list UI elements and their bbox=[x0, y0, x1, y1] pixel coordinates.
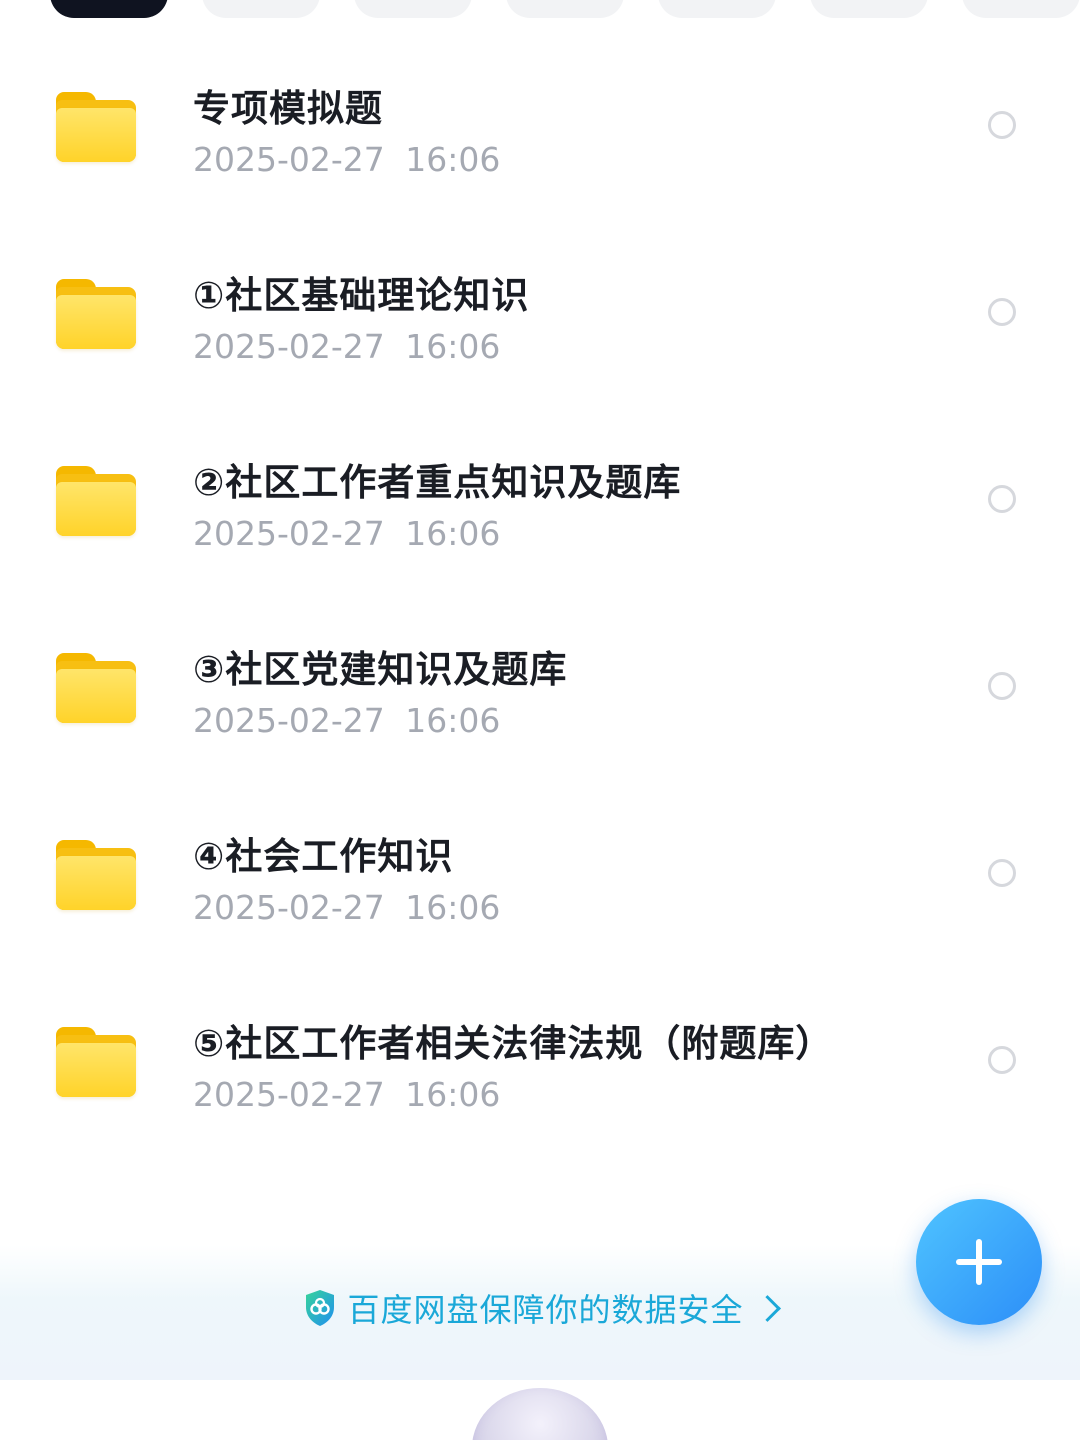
select-radio[interactable] bbox=[988, 298, 1016, 326]
select-radio[interactable] bbox=[988, 111, 1016, 139]
folder-name: ①社区基础理论知识 bbox=[193, 274, 530, 317]
folder-time: 16:06 bbox=[405, 701, 501, 740]
folder-modified-time: 2025-02-27 16:06 bbox=[193, 327, 500, 366]
folder-time: 16:06 bbox=[405, 1075, 501, 1114]
center-nav-orb[interactable] bbox=[472, 1388, 608, 1440]
folder-name: ④社会工作知识 bbox=[193, 835, 454, 878]
folder-date: 2025-02-27 bbox=[193, 140, 385, 179]
folder-icon bbox=[56, 279, 138, 351]
folder-row[interactable]: ④社会工作知识 2025-02-27 16:06 bbox=[0, 782, 1080, 969]
select-radio[interactable] bbox=[988, 859, 1016, 887]
category-tab-strip bbox=[50, 0, 1080, 18]
tab-chip-active[interactable] bbox=[50, 0, 168, 18]
folder-row[interactable]: ③社区党建知识及题库 2025-02-27 16:06 bbox=[0, 595, 1080, 782]
file-list: 专项模拟题 2025-02-27 16:06 ①社区基础理论知识 2025-02… bbox=[0, 34, 1080, 1156]
select-radio[interactable] bbox=[988, 672, 1016, 700]
file-browser-screen: 专项模拟题 2025-02-27 16:06 ①社区基础理论知识 2025-02… bbox=[0, 0, 1080, 1440]
folder-date: 2025-02-27 bbox=[193, 701, 385, 740]
tab-chip[interactable] bbox=[354, 0, 472, 18]
chevron-right-icon bbox=[753, 1294, 781, 1322]
folder-modified-time: 2025-02-27 16:06 bbox=[193, 140, 500, 179]
tab-chip[interactable] bbox=[658, 0, 776, 18]
folder-time: 16:06 bbox=[405, 514, 501, 553]
folder-icon bbox=[56, 466, 138, 538]
security-link[interactable]: 百度网盘保障你的数据安全 bbox=[0, 1285, 1080, 1331]
shield-icon bbox=[306, 1290, 335, 1326]
folder-date: 2025-02-27 bbox=[193, 514, 385, 553]
folder-icon bbox=[56, 1027, 138, 1099]
tab-chip[interactable] bbox=[506, 0, 624, 18]
folder-time: 16:06 bbox=[405, 327, 501, 366]
folder-name: ③社区党建知识及题库 bbox=[193, 648, 568, 691]
tab-chip[interactable] bbox=[962, 0, 1080, 18]
folder-row[interactable]: 专项模拟题 2025-02-27 16:06 bbox=[0, 34, 1080, 221]
folder-row[interactable]: ①社区基础理论知识 2025-02-27 16:06 bbox=[0, 221, 1080, 408]
folder-date: 2025-02-27 bbox=[193, 1075, 385, 1114]
folder-date: 2025-02-27 bbox=[193, 888, 385, 927]
folder-time: 16:06 bbox=[405, 140, 501, 179]
folder-modified-time: 2025-02-27 16:06 bbox=[193, 888, 500, 927]
folder-modified-time: 2025-02-27 16:06 bbox=[193, 1075, 500, 1114]
bottom-nav bbox=[0, 1380, 1080, 1440]
security-text: 百度网盘保障你的数据安全 bbox=[347, 1291, 744, 1329]
folder-time: 16:06 bbox=[405, 888, 501, 927]
folder-name: ⑤社区工作者相关法律法规（附题库） bbox=[193, 1022, 834, 1065]
folder-modified-time: 2025-02-27 16:06 bbox=[193, 701, 500, 740]
add-button[interactable] bbox=[916, 1199, 1042, 1325]
select-radio[interactable] bbox=[988, 1046, 1016, 1074]
folder-name: ②社区工作者重点知识及题库 bbox=[193, 461, 682, 504]
folder-date: 2025-02-27 bbox=[193, 327, 385, 366]
tab-chip[interactable] bbox=[202, 0, 320, 18]
select-radio[interactable] bbox=[988, 485, 1016, 513]
tab-chip[interactable] bbox=[810, 0, 928, 18]
folder-modified-time: 2025-02-27 16:06 bbox=[193, 514, 500, 553]
folder-row[interactable]: ②社区工作者重点知识及题库 2025-02-27 16:06 bbox=[0, 408, 1080, 595]
folder-name: 专项模拟题 bbox=[193, 87, 383, 130]
folder-icon bbox=[56, 840, 138, 912]
folder-icon bbox=[56, 92, 138, 164]
folder-icon bbox=[56, 653, 138, 725]
folder-row[interactable]: ⑤社区工作者相关法律法规（附题库） 2025-02-27 16:06 bbox=[0, 969, 1080, 1156]
plus-icon bbox=[956, 1239, 1002, 1285]
